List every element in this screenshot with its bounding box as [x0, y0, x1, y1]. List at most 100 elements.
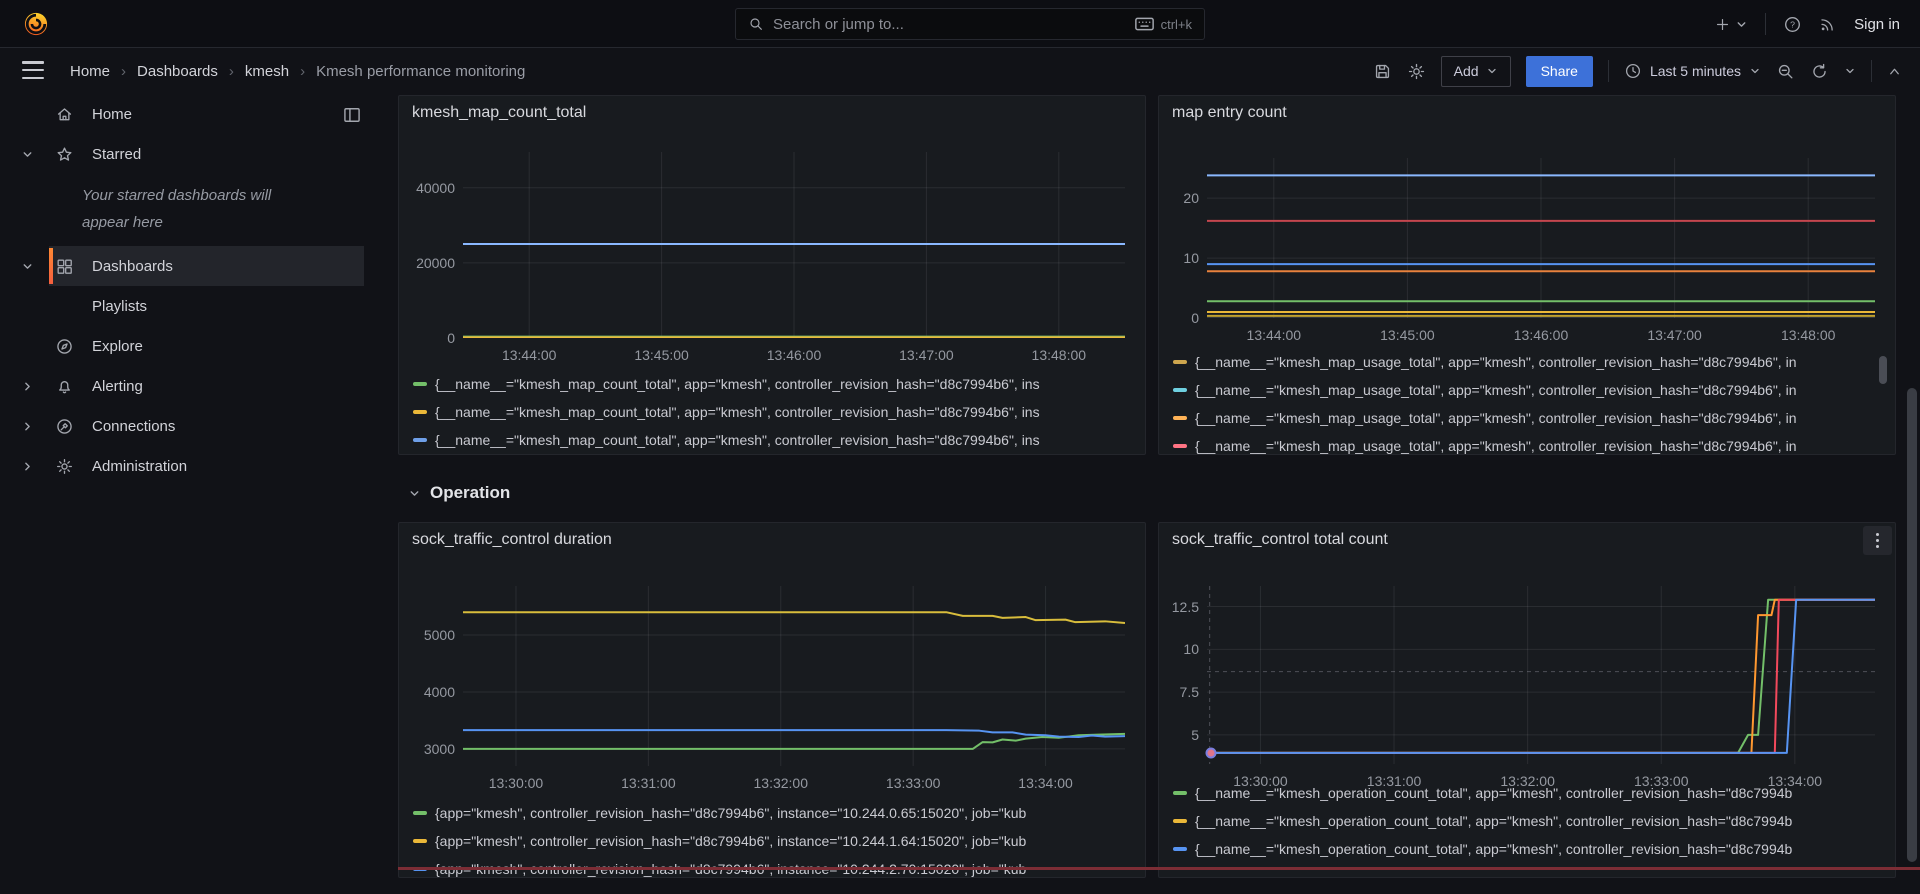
compass-icon — [52, 337, 76, 356]
y-axis-label: 3000 — [424, 741, 455, 757]
page-scrollbar[interactable] — [1907, 388, 1917, 862]
new-button[interactable] — [1714, 16, 1748, 33]
chevron-right-icon[interactable] — [16, 460, 38, 473]
legend-scrollbar[interactable] — [1879, 356, 1887, 384]
legend-item[interactable]: {__name__="kmesh_operation_count_total",… — [1173, 835, 1887, 863]
sidebar-item-playlists[interactable]: Playlists — [0, 286, 376, 326]
breadcrumb-home[interactable]: Home — [70, 63, 110, 80]
sidebar-item-label: Connections — [92, 418, 175, 435]
x-axis-label: 13:48:00 — [1032, 347, 1087, 363]
chevron-down-icon[interactable] — [16, 148, 38, 161]
search-input[interactable]: Search or jump to... ctrl+k — [735, 8, 1205, 40]
legend-item[interactable]: {__name__="kmesh_map_usage_total", app="… — [1173, 348, 1887, 376]
topnav-divider — [1765, 13, 1766, 35]
y-axis-label: 5 — [1191, 727, 1199, 743]
legend-item[interactable]: {__name__="kmesh_map_usage_total", app="… — [1173, 404, 1887, 432]
sidebar-item-home[interactable]: Home — [0, 94, 376, 134]
share-button[interactable]: Share — [1526, 56, 1593, 87]
sidebar-item-dashboards[interactable]: Dashboards — [0, 246, 376, 286]
dashboard-settings-button[interactable] — [1407, 62, 1426, 81]
chevron-down-icon[interactable] — [16, 260, 38, 273]
legend-item[interactable]: {app="kmesh", controller_revision_hash="… — [413, 827, 1137, 855]
sign-in-button[interactable]: Sign in — [1854, 16, 1900, 33]
panel-legend: {__name__="kmesh_map_count_total", app="… — [413, 370, 1137, 454]
legend-series-label: {__name__="kmesh_map_count_total", app="… — [435, 432, 1040, 448]
help-icon: ? — [1783, 15, 1802, 34]
panel-title[interactable]: sock_traffic_control duration — [412, 531, 612, 549]
refresh-button[interactable] — [1810, 62, 1829, 81]
legend-item[interactable]: {__name__="kmesh_map_usage_total", app="… — [1173, 432, 1887, 454]
panel-menu-button[interactable] — [1863, 526, 1892, 555]
x-axis-label: 13:47:00 — [899, 347, 954, 363]
clock-icon — [1624, 62, 1642, 80]
breadcrumb: Home › Dashboards › kmesh › Kmesh perfor… — [70, 48, 525, 94]
sidebar-item-administration[interactable]: Administration — [0, 446, 376, 486]
panel-title[interactable]: kmesh_map_count_total — [412, 104, 586, 122]
legend-item[interactable]: {app="kmesh", controller_revision_hash="… — [413, 799, 1137, 827]
legend-item[interactable]: {__name__="kmesh_operation_count_total",… — [1173, 807, 1887, 835]
time-range-picker[interactable]: Last 5 minutes — [1624, 62, 1761, 80]
legend-series-label: {__name__="kmesh_operation_count_total",… — [1195, 813, 1792, 829]
legend-series-marker — [413, 438, 427, 442]
x-axis-label: 13:46:00 — [767, 347, 822, 363]
x-axis-label: 13:34:00 — [1018, 775, 1073, 791]
y-axis-label: 10 — [1183, 250, 1199, 266]
add-panel-button[interactable]: Add — [1441, 56, 1511, 87]
legend-series-marker — [1173, 388, 1187, 392]
legend-series-label: {__name__="kmesh_map_count_total", app="… — [435, 404, 1040, 420]
share-button-label: Share — [1541, 63, 1578, 79]
legend-item[interactable]: {__name__="kmesh_map_usage_total", app="… — [1173, 376, 1887, 404]
x-axis-label: 13:44:00 — [502, 347, 557, 363]
help-button[interactable]: ? — [1783, 15, 1802, 34]
sidebar-item-starred[interactable]: Starred — [0, 134, 376, 174]
legend-item[interactable]: {__name__="kmesh_map_count_total", app="… — [413, 426, 1137, 454]
sidebar-item-label: Explore — [92, 338, 143, 355]
panel-title[interactable]: sock_traffic_control total count — [1172, 531, 1388, 549]
grafana-logo[interactable] — [22, 10, 50, 38]
chevron-right-icon[interactable] — [16, 380, 38, 393]
legend-series-label: {__name__="kmesh_map_usage_total", app="… — [1195, 354, 1797, 370]
x-axis-label: 13:45:00 — [634, 347, 689, 363]
chart-plot-area[interactable] — [463, 586, 1125, 766]
sidebar-item-connections[interactable]: Connections — [0, 406, 376, 446]
chart-plot-area[interactable] — [1207, 158, 1875, 318]
menu-toggle-button[interactable] — [22, 61, 44, 79]
chart-plot-area[interactable] — [1207, 586, 1875, 764]
nav-sidebar: Home Starred Your starred dashboards wil… — [0, 94, 376, 870]
breadcrumb-dashboards[interactable]: Dashboards — [137, 63, 218, 80]
panel-title[interactable]: map entry count — [1172, 104, 1287, 122]
data-point-marker — [1206, 747, 1217, 758]
breadcrumb-kmesh[interactable]: kmesh — [245, 63, 289, 80]
legend-series-marker — [1173, 444, 1187, 448]
legend-item[interactable]: {__name__="kmesh_map_count_total", app="… — [413, 370, 1137, 398]
collapse-toolbar-button[interactable] — [1887, 64, 1902, 79]
dashboard-toolbar: Home › Dashboards › kmesh › Kmesh perfor… — [0, 48, 1920, 94]
panel-kmesh-map-count-total: kmesh_map_count_total 02000040000 13:44:0… — [398, 95, 1146, 455]
sidebar-item-alerting[interactable]: Alerting — [0, 366, 376, 406]
chevron-down-icon — [408, 487, 421, 500]
legend-item[interactable]: {__name__="kmesh_map_count_total", app="… — [413, 398, 1137, 426]
legend-series-label: {__name__="kmesh_map_count_total", app="… — [435, 376, 1040, 392]
sidebar-item-explore[interactable]: Explore — [0, 326, 376, 366]
x-axis: 13:44:0013:45:0013:46:0013:47:0013:48:00 — [1207, 324, 1875, 344]
save-dashboard-button[interactable] — [1373, 62, 1392, 81]
news-button[interactable] — [1819, 15, 1837, 33]
search-shortcut-label: ctrl+k — [1161, 17, 1192, 32]
chevron-right-icon[interactable] — [16, 420, 38, 433]
chart-plot-area[interactable] — [463, 152, 1125, 338]
y-axis: 02000040000 — [409, 152, 455, 338]
search-placeholder: Search or jump to... — [773, 16, 1126, 33]
y-axis-label: 20 — [1183, 190, 1199, 206]
grid-icon — [52, 257, 76, 276]
starred-empty-note: Your starred dashboards will appear here — [82, 182, 312, 236]
home-icon — [52, 105, 76, 124]
legend-item[interactable]: {__name__="kmesh_operation_count_total",… — [1173, 779, 1887, 807]
legend-series-label: {app="kmesh", controller_revision_hash="… — [435, 805, 1026, 821]
zoom-out-time-button[interactable] — [1776, 62, 1795, 81]
sock-traffic-duration-chart: 30004000500013:30:0013:31:0013:32:0013:3… — [409, 586, 1131, 792]
y-axis-label: 0 — [447, 330, 455, 346]
section-row-operation[interactable]: Operation — [408, 478, 510, 508]
legend-series-marker — [413, 410, 427, 414]
x-axis-label: 13:30:00 — [489, 775, 544, 791]
refresh-interval-button[interactable] — [1844, 65, 1856, 77]
